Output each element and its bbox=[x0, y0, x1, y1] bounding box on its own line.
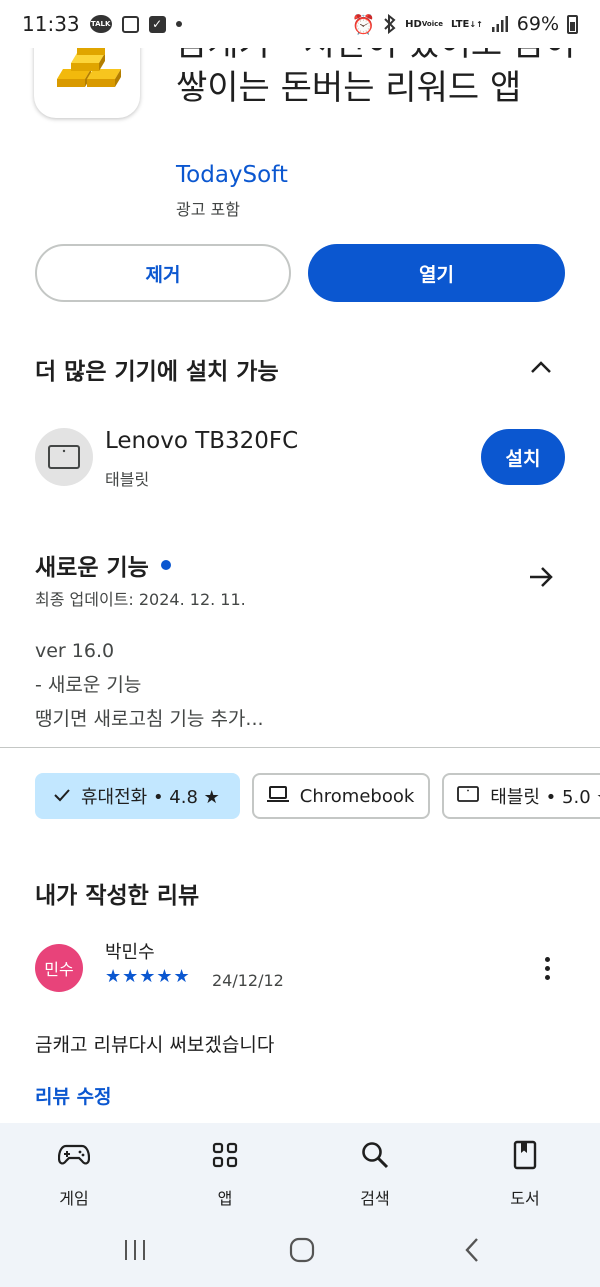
whats-new-label: 새로운 기능 bbox=[35, 555, 149, 581]
whats-new-title: 새로운 기능 bbox=[35, 548, 171, 582]
star-rating: ★★★★★ bbox=[105, 966, 191, 987]
gallery-icon bbox=[121, 15, 139, 33]
checkbox-icon: ✓ bbox=[148, 15, 166, 33]
chip-phone[interactable]: 휴대전화 • 4.8 ★ bbox=[35, 773, 240, 819]
chip-chromebook-label: Chromebook bbox=[299, 785, 415, 807]
arrow-right-icon[interactable] bbox=[526, 562, 556, 592]
developer-link[interactable]: TodaySoft bbox=[176, 162, 288, 188]
install-button[interactable]: 설치 bbox=[481, 429, 565, 485]
edit-review-link[interactable]: 리뷰 수정 bbox=[35, 1082, 112, 1109]
alarm-icon: ⏰ bbox=[351, 13, 376, 36]
review-text: 금캐고 리뷰다시 써보겠습니다 bbox=[35, 1034, 275, 1056]
chip-chromebook[interactable]: Chromebook bbox=[251, 773, 431, 819]
more-devices-title: 더 많은 기기에 설치 가능 bbox=[35, 359, 279, 385]
review-date: 24/12/12 bbox=[212, 971, 284, 990]
gamepad-icon bbox=[56, 1137, 92, 1173]
signal-icon bbox=[491, 15, 509, 33]
nav-search[interactable]: 검색 bbox=[325, 1137, 425, 1209]
status-left: 11:33 TALK ✓ bbox=[22, 12, 182, 36]
device-row: Lenovo TB320FC 태블릿 설치 bbox=[35, 428, 565, 489]
last-update: 최종 업데이트: 2024. 12. 11. bbox=[35, 590, 246, 609]
laptop-icon bbox=[266, 785, 290, 808]
voice-label: Voice bbox=[421, 19, 443, 28]
reviewer-name: 박민수 bbox=[105, 942, 155, 963]
nav-search-label: 검색 bbox=[360, 1189, 390, 1208]
lte-label: LTE bbox=[450, 18, 470, 30]
nav-games[interactable]: 게임 bbox=[24, 1137, 124, 1209]
release-notes: ver 16.0 - 새로운 기능 땡기면 새로고침 기능 추가... bbox=[35, 634, 264, 736]
recent-apps-button[interactable] bbox=[105, 1232, 165, 1268]
avatar: 민수 bbox=[35, 944, 83, 992]
search-icon bbox=[357, 1137, 393, 1173]
open-button[interactable]: 열기 bbox=[308, 244, 565, 302]
book-icon bbox=[507, 1137, 543, 1173]
hd-voice-icon: HD Voice bbox=[405, 18, 443, 30]
device-type: 태블릿 bbox=[105, 470, 150, 489]
battery-percent: 69% bbox=[516, 13, 559, 35]
tablet-icon bbox=[35, 428, 93, 486]
my-review-title: 내가 작성한 리뷰 bbox=[35, 883, 200, 909]
remove-button[interactable]: 제거 bbox=[35, 244, 291, 302]
more-notifications-icon bbox=[175, 21, 182, 27]
release-note-line: ver 16.0 bbox=[35, 640, 115, 662]
nav-books[interactable]: 도서 bbox=[475, 1137, 575, 1209]
bluetooth-icon bbox=[383, 14, 397, 34]
kakaotalk-icon: TALK bbox=[89, 15, 112, 33]
nav-games-label: 게임 bbox=[59, 1189, 89, 1208]
divider bbox=[0, 747, 600, 748]
new-indicator-dot bbox=[160, 560, 171, 570]
back-button[interactable] bbox=[442, 1232, 502, 1268]
collapse-chevron-up-icon[interactable] bbox=[526, 352, 556, 382]
check-icon bbox=[53, 786, 71, 807]
chip-tablet[interactable]: 태블릿 • 5.0 ★ bbox=[442, 773, 600, 819]
nav-books-label: 도서 bbox=[510, 1189, 540, 1208]
hd-label: HD bbox=[405, 18, 422, 30]
device-filter-chips: 휴대전화 • 4.8 ★ Chromebook 태블릿 • 5.0 ★ bbox=[35, 773, 600, 819]
device-name: Lenovo TB320FC bbox=[105, 428, 299, 454]
nav-apps[interactable]: 앱 bbox=[175, 1137, 275, 1209]
release-note-line: 땡기면 새로고침 기능 추가... bbox=[35, 708, 264, 730]
apps-grid-icon bbox=[207, 1137, 243, 1173]
release-note-line: - 새로운 기능 bbox=[35, 674, 142, 696]
battery-icon bbox=[567, 14, 578, 34]
home-button[interactable] bbox=[272, 1232, 332, 1268]
lte-icon: LTE ↓↑ bbox=[450, 18, 483, 30]
ad-note: 광고 포함 bbox=[176, 200, 240, 219]
nav-apps-label: 앱 bbox=[217, 1189, 233, 1208]
more-vert-icon[interactable] bbox=[532, 950, 562, 986]
chip-tablet-label: 태블릿 • 5.0 ★ bbox=[490, 787, 600, 808]
chip-phone-label: 휴대전화 • 4.8 ★ bbox=[81, 787, 220, 808]
tablet-icon bbox=[456, 785, 480, 808]
status-time: 11:33 bbox=[22, 12, 80, 36]
status-right: ⏰ HD Voice LTE ↓↑ 69% bbox=[351, 13, 578, 36]
status-bar: 11:33 TALK ✓ ⏰ HD Voice LTE ↓↑ 69% bbox=[0, 0, 600, 48]
